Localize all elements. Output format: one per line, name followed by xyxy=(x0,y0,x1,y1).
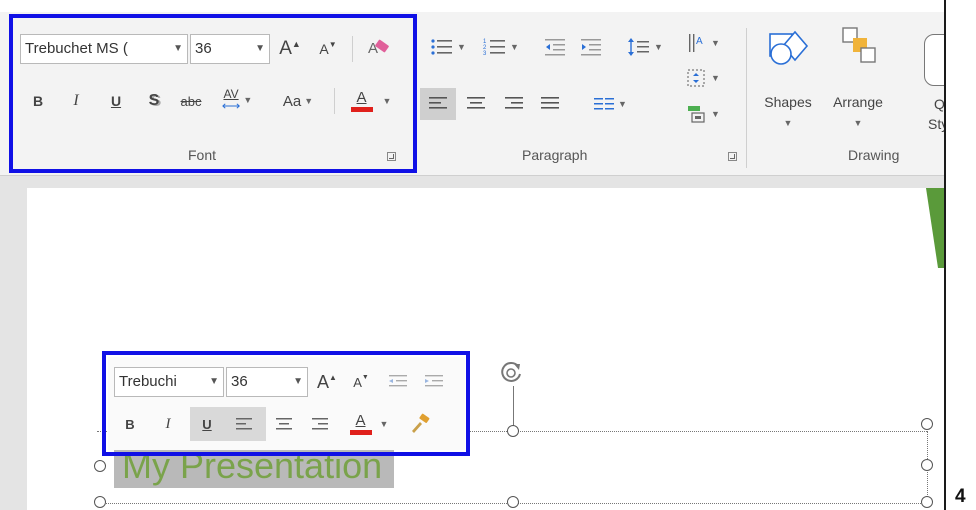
align-right-icon xyxy=(505,97,523,109)
decrease-indent-icon xyxy=(545,39,565,56)
group-separator xyxy=(746,28,747,168)
shapes-button[interactable]: Shapes ▼ xyxy=(756,24,820,134)
align-text-button[interactable]: ▼ xyxy=(682,64,724,92)
svg-text:A: A xyxy=(696,36,703,47)
text-direction-icon: A xyxy=(689,34,703,52)
bullets-button[interactable]: ▼ xyxy=(426,32,470,62)
numbering-button[interactable]: 1 2 3 ▼ xyxy=(478,32,524,62)
frame-border xyxy=(944,0,946,510)
paragraph-group-label: Paragraph xyxy=(522,147,588,163)
chevron-down-icon: ▼ xyxy=(457,42,466,52)
resize-handle-top-right[interactable] xyxy=(921,418,933,430)
arrange-label: Arrange xyxy=(833,94,883,110)
drawing-group-label: Drawing xyxy=(848,147,900,163)
quick-styles-label-2: Sty xyxy=(928,116,944,132)
columns-icon xyxy=(594,98,615,110)
align-text-icon xyxy=(687,69,705,87)
mini-toolbar-highlight xyxy=(102,351,470,456)
arrange-icon xyxy=(842,27,876,63)
increase-indent-button[interactable] xyxy=(576,32,606,62)
line-spacing-button[interactable]: ▼ xyxy=(622,32,668,62)
bullets-icon xyxy=(431,39,453,55)
svg-text:3: 3 xyxy=(483,51,487,57)
columns-button[interactable]: ▼ xyxy=(586,88,634,120)
align-right-button[interactable] xyxy=(498,88,530,120)
numbering-icon: 1 2 3 xyxy=(483,39,506,57)
justify-button[interactable] xyxy=(534,88,566,120)
text-direction-button[interactable]: A ▼ xyxy=(682,28,724,58)
chevron-down-icon: ▼ xyxy=(711,38,720,48)
line-spacing-icon xyxy=(628,38,650,56)
chevron-down-icon: ▼ xyxy=(510,42,519,52)
justify-icon xyxy=(541,97,559,109)
quick-styles-button[interactable]: Q Sty xyxy=(916,30,944,134)
smartart-icon xyxy=(688,106,705,123)
resize-handle-bottom-right[interactable] xyxy=(921,496,933,508)
chevron-down-icon: ▼ xyxy=(654,42,663,52)
rotate-handle[interactable] xyxy=(496,358,526,388)
resize-handle-middle-right[interactable] xyxy=(921,459,933,471)
align-center-button[interactable] xyxy=(460,88,492,120)
resize-handle-top-middle[interactable] xyxy=(507,425,519,437)
resize-handle-bottom-middle[interactable] xyxy=(507,496,519,508)
resize-handle-bottom-left[interactable] xyxy=(94,496,106,508)
chevron-down-icon: ▼ xyxy=(711,109,720,119)
increase-indent-icon xyxy=(581,39,601,56)
chevron-down-icon: ▼ xyxy=(711,73,720,83)
quick-styles-icon xyxy=(924,34,944,86)
page-number: 4 xyxy=(955,486,966,507)
rotate-connector xyxy=(513,386,514,426)
chevron-down-icon: ▼ xyxy=(618,99,627,109)
slide-accent-shape xyxy=(926,188,944,268)
align-center-icon xyxy=(467,97,485,109)
chevron-down-icon: ▼ xyxy=(853,118,863,128)
paragraph-dialog-launcher[interactable] xyxy=(728,152,737,161)
align-left-button[interactable] xyxy=(420,88,456,120)
arrange-button[interactable]: Arrange ▼ xyxy=(822,24,894,134)
quick-styles-label: Q xyxy=(934,96,944,112)
font-group-highlight xyxy=(9,14,417,173)
chevron-down-icon: ▼ xyxy=(783,118,793,128)
shapes-label: Shapes xyxy=(764,94,812,110)
resize-handle-middle-left[interactable] xyxy=(94,460,106,472)
shapes-icon xyxy=(769,30,809,65)
convert-to-smartart-button[interactable]: ▼ xyxy=(682,100,724,128)
decrease-indent-button[interactable] xyxy=(540,32,570,62)
align-left-icon xyxy=(429,97,447,109)
rotate-icon xyxy=(501,361,521,382)
